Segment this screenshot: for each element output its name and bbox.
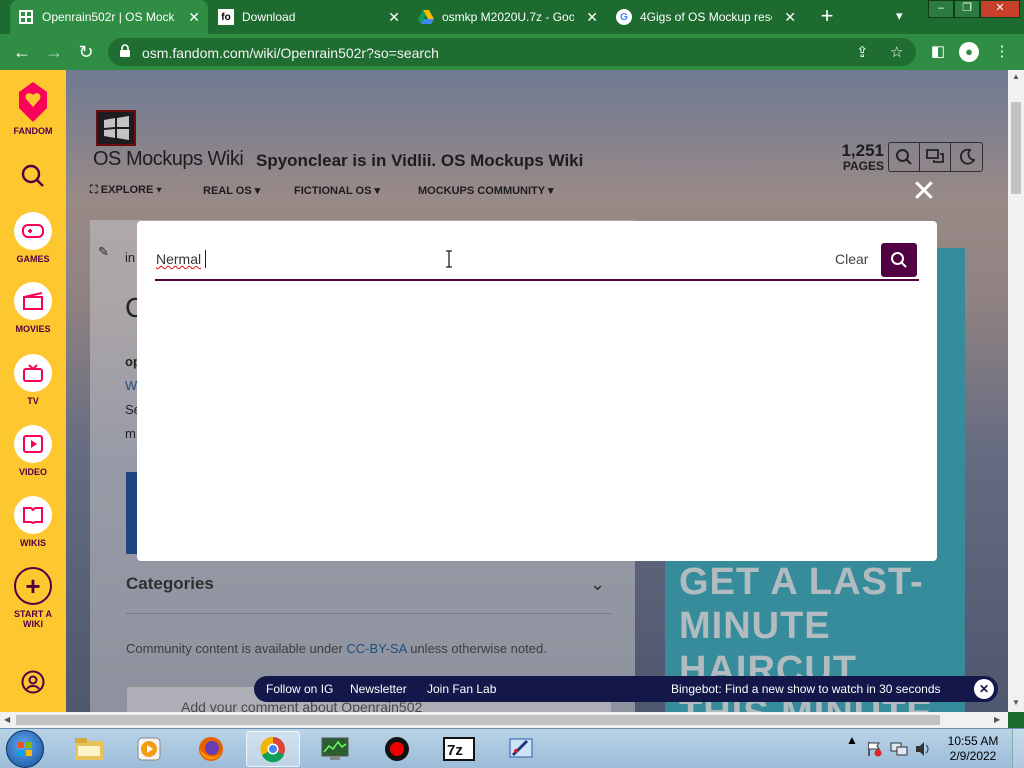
video-play-icon xyxy=(14,425,52,463)
tab-title: Openrain502r | OS Mock xyxy=(42,10,174,24)
explorer-taskbar-icon[interactable] xyxy=(62,731,116,767)
vertical-scrollbar[interactable]: ▲ ▼ xyxy=(1008,70,1024,712)
search-icon xyxy=(891,252,907,268)
fandom-favicon-icon xyxy=(18,9,34,25)
fandom-global-nav: FANDOM GAMES MOVIES TV VIDEO WIKIS + STA… xyxy=(0,70,66,712)
bookmark-star-icon[interactable]: ☆ xyxy=(890,43,903,61)
web-page: OS Mockups Wiki Spyonclear is in Vidlii.… xyxy=(0,70,1024,712)
search-input[interactable]: Nermal xyxy=(156,251,201,267)
close-tab-icon[interactable]: ✕ xyxy=(388,9,400,26)
new-tab-button[interactable]: + xyxy=(814,4,840,30)
reload-icon[interactable]: ↻ xyxy=(74,40,98,64)
scroll-right-icon[interactable]: ▶ xyxy=(994,715,1000,724)
tab-title: Download xyxy=(242,10,296,24)
close-bar-icon[interactable]: ✕ xyxy=(974,679,994,699)
fandom-logo-icon xyxy=(19,82,47,122)
maximize-button[interactable]: ❐ xyxy=(954,0,980,18)
scroll-up-icon[interactable]: ▲ xyxy=(1012,72,1020,81)
text-cursor-icon xyxy=(446,250,452,268)
tab-title: 4Gigs of OS Mockup reso xyxy=(640,10,772,24)
profile-avatar-icon[interactable]: ● xyxy=(959,42,979,62)
clear-button[interactable]: Clear xyxy=(835,251,868,267)
lock-icon xyxy=(120,44,130,57)
close-search-icon[interactable]: ✕ xyxy=(910,177,938,207)
fandom-tv-link[interactable]: TV xyxy=(0,354,66,406)
close-tab-icon[interactable]: ✕ xyxy=(188,9,200,26)
horizontal-scrollbar[interactable]: ◀ ▶ xyxy=(0,712,1008,728)
media-player-taskbar-icon[interactable] xyxy=(122,731,176,767)
windows-logo-icon xyxy=(18,742,32,756)
fandom-games-link[interactable]: GAMES xyxy=(0,212,66,264)
url-text: osm.fandom.com/wiki/Openrain502r?so=sear… xyxy=(142,45,439,61)
games-controller-icon xyxy=(14,212,52,250)
volume-icon[interactable] xyxy=(914,741,932,757)
chrome-menu-icon[interactable]: ⋮ xyxy=(990,40,1014,64)
google-icon: G xyxy=(616,9,632,25)
network-icon[interactable] xyxy=(890,741,908,757)
share-icon[interactable]: ⇪ xyxy=(856,43,869,61)
forward-arrow-icon[interactable]: → xyxy=(42,40,66,64)
movies-clapper-icon xyxy=(14,282,52,320)
tab-openrain502r[interactable]: Openrain502r | OS Mock ✕ xyxy=(10,0,208,34)
back-arrow-icon[interactable]: ← xyxy=(10,40,34,64)
scroll-thumb[interactable] xyxy=(1011,102,1021,194)
tab-google-drive[interactable]: osmkp M2020U.7z - Goo ✕ xyxy=(410,0,606,34)
fandom-movies-link[interactable]: MOVIES xyxy=(0,282,66,334)
7zip-taskbar-icon[interactable]: 7z xyxy=(432,731,486,767)
fandom-search-icon[interactable] xyxy=(0,164,66,188)
wikis-book-icon xyxy=(14,496,52,534)
scroll-left-icon[interactable]: ◀ xyxy=(4,715,10,724)
close-tab-icon[interactable]: ✕ xyxy=(784,9,796,26)
text-caret xyxy=(205,250,206,268)
fan-lab-link[interactable]: Join Fan Lab xyxy=(427,682,496,696)
show-desktop-button[interactable] xyxy=(1012,729,1024,768)
fandom-wikis-link[interactable]: WIKIS xyxy=(0,496,66,548)
close-window-button[interactable]: ✕ xyxy=(980,0,1020,18)
newsletter-link[interactable]: Newsletter xyxy=(350,682,407,696)
search-field[interactable]: Nermal Clear xyxy=(155,243,919,281)
tab-download[interactable]: fo Download ✕ xyxy=(210,0,408,34)
fandom-video-link[interactable]: VIDEO xyxy=(0,425,66,477)
tab-search-chevron-icon[interactable]: ▾ xyxy=(896,8,903,24)
task-manager-taskbar-icon[interactable] xyxy=(308,731,362,767)
firefox-taskbar-icon[interactable] xyxy=(184,731,238,767)
fandom-home-link[interactable]: FANDOM xyxy=(0,80,66,136)
download-favicon-icon: fo xyxy=(218,9,234,25)
clock-time: 10:55 AM xyxy=(947,734,999,748)
system-clock[interactable]: 10:55 AM 2/9/2022 xyxy=(940,734,1006,764)
google-drive-icon xyxy=(418,9,434,25)
windows-taskbar: 7z ▲ 10:55 AM 2/9/2022 xyxy=(0,728,1024,768)
paint-taskbar-icon[interactable] xyxy=(494,731,548,767)
show-hidden-icons[interactable]: ▲ xyxy=(846,733,858,747)
tab-title: osmkp M2020U.7z - Goo xyxy=(442,10,574,24)
plus-circle-icon: + xyxy=(14,567,52,605)
search-modal: Nermal Clear xyxy=(137,221,937,561)
fandom-start-wiki-link[interactable]: + START A WIKI xyxy=(0,567,66,629)
minimize-button[interactable]: – xyxy=(928,0,954,18)
bingebot-promo[interactable]: Bingebot: Find a new show to watch in 30… xyxy=(671,682,941,696)
start-button[interactable] xyxy=(6,730,44,768)
record-taskbar-icon[interactable] xyxy=(370,731,424,767)
clock-date: 2/9/2022 xyxy=(949,749,997,763)
side-panel-icon[interactable]: ◧ xyxy=(926,40,950,64)
tab-bar: Openrain502r | OS Mock ✕ fo Download ✕ o… xyxy=(0,0,1024,34)
fandom-account-icon[interactable] xyxy=(0,670,66,694)
chrome-taskbar-icon[interactable] xyxy=(246,731,300,767)
scroll-down-icon[interactable]: ▼ xyxy=(1012,698,1020,707)
action-center-flag-icon[interactable] xyxy=(866,741,882,757)
close-tab-icon[interactable]: ✕ xyxy=(586,9,598,26)
toolbar: ← → ↻ osm.fandom.com/wiki/Openrain502r?s… xyxy=(0,34,1024,70)
tab-google-search[interactable]: G 4Gigs of OS Mockup reso ✕ xyxy=(608,0,804,34)
fan-feed-bar: Follow on IG Newsletter Join Fan Lab Bin… xyxy=(254,676,998,702)
follow-ig-link[interactable]: Follow on IG xyxy=(266,682,333,696)
tv-icon xyxy=(14,354,52,392)
scroll-thumb[interactable] xyxy=(16,715,940,725)
svg-text:7z: 7z xyxy=(447,742,463,759)
search-submit-button[interactable] xyxy=(881,243,917,277)
address-bar[interactable]: osm.fandom.com/wiki/Openrain502r?so=sear… xyxy=(108,38,916,66)
